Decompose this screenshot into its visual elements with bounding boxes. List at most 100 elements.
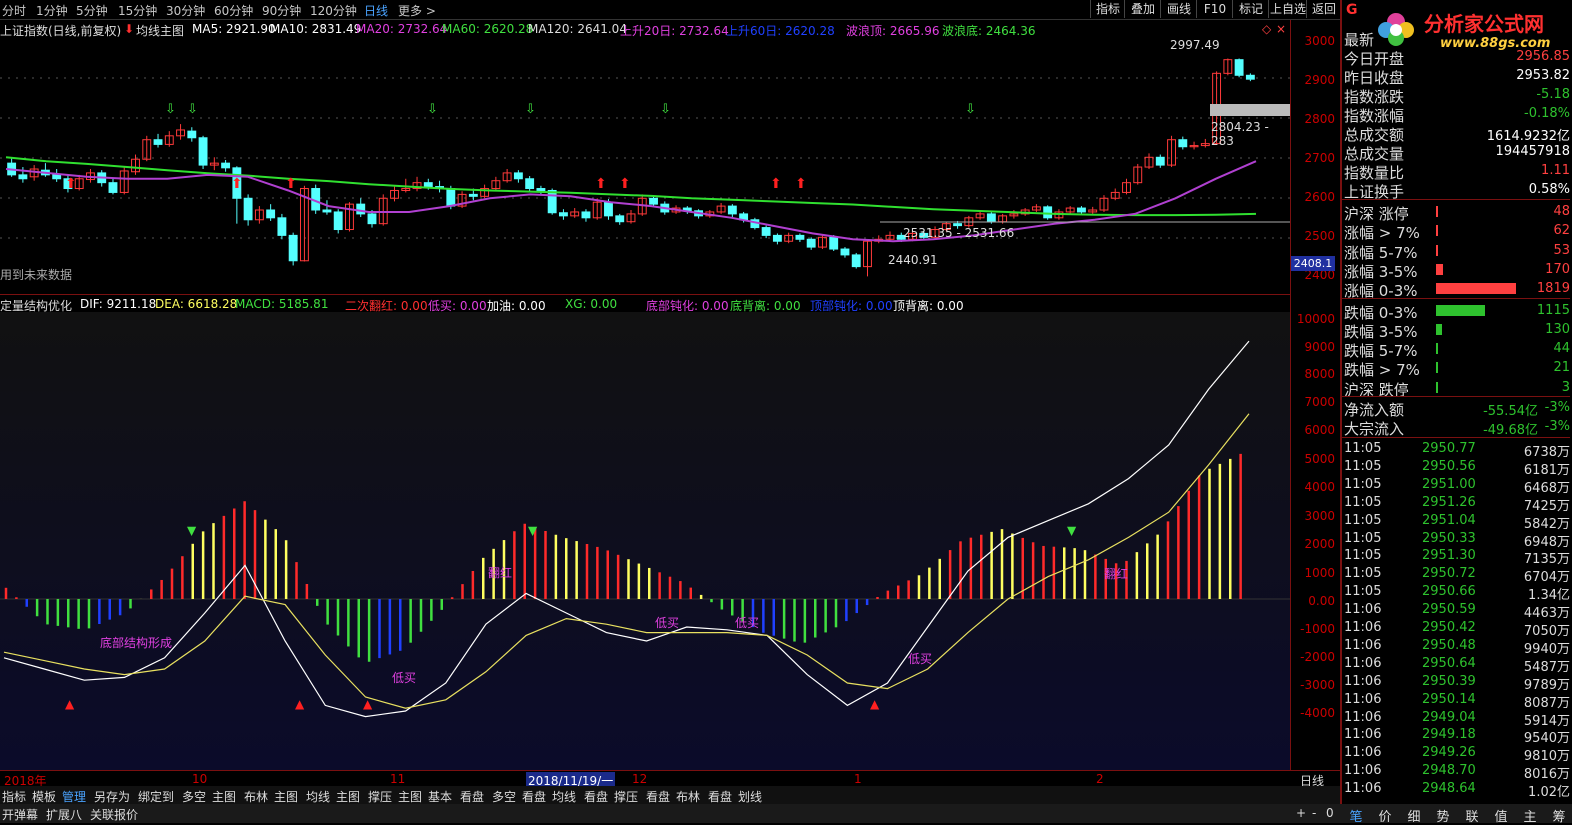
indicator-tab[interactable]: 多空: [492, 788, 516, 805]
diamond-icon[interactable]: ◇: [1262, 22, 1271, 36]
quote-row: 总成交额 1614.9232亿: [1344, 123, 1570, 144]
triangle-up-icon: ▲: [870, 697, 880, 711]
macd-tick: 1000: [1304, 566, 1335, 580]
buy-arrow-icon: ⬆: [595, 176, 607, 192]
indicator-tab[interactable]: 基本: [428, 788, 452, 805]
period-daily[interactable]: 日线: [364, 2, 388, 19]
breadth-row[interactable]: 跌幅 0-3% 1115: [1344, 301, 1570, 322]
reset-button[interactable]: 0: [1326, 806, 1334, 820]
tick-tab[interactable]: 细: [1400, 806, 1428, 825]
indicator-tab[interactable]: 主图: [336, 788, 360, 805]
candle-body: [513, 172, 523, 180]
indicator-tab[interactable]: 模板: [32, 788, 56, 805]
tick-tab[interactable]: 筹: [1545, 806, 1572, 825]
period-1min[interactable]: 1分钟: [36, 2, 68, 19]
tick-price: 2948.70: [1422, 763, 1476, 779]
breadth-row[interactable]: 涨幅 0-3% 1819: [1344, 279, 1570, 300]
indicator-tab[interactable]: 撑压: [368, 788, 392, 805]
buy-arrow-icon: ⬆: [795, 176, 807, 192]
back-button[interactable]: 返回: [1306, 0, 1341, 18]
add-watchlist-button[interactable]: 上自选: [1268, 0, 1307, 18]
indicator-tab[interactable]: 看盘: [460, 788, 484, 805]
indicator-tab[interactable]: 指标: [2, 788, 26, 805]
breadth-row[interactable]: 跌幅 > 7% 21: [1344, 358, 1570, 379]
tick-row: 11:05 2951.00 6468万: [1344, 476, 1570, 496]
kline-chart[interactable]: ⬆ ⬆ ⬆ ⬆ ⬆ ⬆ ⬆ ⇩ ⇩ ⇩ ⇩ ⇩ ⇩ 用到未来数据 2997.49 2804.23 - 2…: [0, 38, 1290, 292]
breadth-row[interactable]: 涨幅 > 7% 62: [1344, 221, 1570, 242]
period-60min[interactable]: 60分钟: [214, 2, 253, 19]
period-15min[interactable]: 15分钟: [118, 2, 157, 19]
indicator-tab[interactable]: 另存为: [94, 788, 130, 805]
tick-row: 11:06 2948.70 8016万: [1344, 762, 1570, 782]
ma10-value: MA10: 2831.49: [270, 22, 362, 36]
price-tick: 2800: [1304, 112, 1335, 126]
indicator-tab[interactable]: 主图: [274, 788, 298, 805]
tick-tab[interactable]: 主: [1516, 806, 1544, 825]
indicator-tab[interactable]: 划线: [738, 788, 762, 805]
sell-arrow-icon: ⇩: [525, 102, 536, 117]
breadth-row[interactable]: 涨幅 3-5% 170: [1344, 260, 1570, 281]
indicator-button[interactable]: 指标: [1090, 0, 1125, 18]
period-fenshi[interactable]: 分时: [2, 2, 26, 19]
tick-time: 11:05: [1344, 566, 1382, 582]
tick-tab[interactable]: 价: [1371, 806, 1399, 825]
overlay-button[interactable]: 叠加: [1124, 0, 1161, 18]
period-more[interactable]: 更多 >: [398, 2, 436, 19]
indicator-tab[interactable]: 看盘: [646, 788, 670, 805]
flow-row: 净流入额 -55.54亿 -3%: [1344, 398, 1570, 419]
candle-body: [198, 137, 208, 166]
mark-button[interactable]: 标记: [1232, 0, 1269, 18]
tick-row: 11:06 2950.48 9940万: [1344, 637, 1570, 657]
zoom-out-button[interactable]: -: [1312, 806, 1316, 820]
indicator-tab[interactable]: 布林: [676, 788, 700, 805]
indicator-tab[interactable]: 撑压: [614, 788, 638, 805]
breadth-row[interactable]: 跌幅 5-7% 44: [1344, 339, 1570, 360]
high-price-label: 2997.49: [1170, 38, 1220, 52]
period-120min[interactable]: 120分钟: [310, 2, 357, 19]
indicator-tab[interactable]: 均线: [306, 788, 330, 805]
g-icon[interactable]: G: [1346, 2, 1358, 18]
close-icon[interactable]: ×: [1276, 22, 1286, 36]
indicator-tab[interactable]: 均线: [552, 788, 576, 805]
tick-tab[interactable]: 笔: [1342, 806, 1370, 825]
indicator-tab[interactable]: 绑定到: [138, 788, 174, 805]
indicator-tab[interactable]: 管理: [62, 788, 86, 805]
candle-body: [1234, 59, 1244, 76]
indicator-tab[interactable]: 主图: [212, 788, 236, 805]
quote-row: 指数涨幅 -0.18%: [1344, 104, 1570, 125]
tick-tab[interactable]: 势: [1429, 806, 1457, 825]
period-90min[interactable]: 90分钟: [262, 2, 301, 19]
indicator-tab[interactable]: 看盘: [584, 788, 608, 805]
tick-tab[interactable]: 值: [1487, 806, 1515, 825]
tick-row: 11:06 2949.04 5914万: [1344, 709, 1570, 729]
f10-button[interactable]: F10: [1196, 0, 1233, 18]
indicator-tab[interactable]: 主图: [398, 788, 422, 805]
breadth-row[interactable]: 跌幅 3-5% 130: [1344, 320, 1570, 341]
draw-line-button[interactable]: 画线: [1160, 0, 1197, 18]
breadth-row[interactable]: 涨幅 5-7% 53: [1344, 241, 1570, 262]
candle-body: [468, 193, 478, 197]
flow-pct: -3%: [1544, 400, 1570, 415]
period-30min[interactable]: 30分钟: [166, 2, 205, 19]
quote-value: -0.18%: [1524, 106, 1570, 121]
breadth-row[interactable]: 沪深 涨停 48: [1344, 202, 1570, 223]
indicator-tab[interactable]: 看盘: [522, 788, 546, 805]
zoom-in-button[interactable]: +: [1296, 806, 1306, 820]
sell-arrow-icon: ⇩: [660, 102, 671, 117]
danmaku-toggle[interactable]: 开弹幕: [2, 806, 38, 823]
tick-tab[interactable]: 联: [1458, 806, 1486, 825]
triangle-up-icon: ▲: [65, 697, 75, 711]
tick-price: 2950.48: [1422, 637, 1476, 653]
arrow-down-icon: ⬇: [124, 22, 135, 36]
indicator-tab[interactable]: 布林: [244, 788, 268, 805]
macd-chart[interactable]: ▲ ▲ ▲ ▲ ▼ ▼ ▼ 底部结构形成 低买 低买 低买 低买 翻红 翻红: [0, 312, 1290, 770]
related-quote-button[interactable]: 关联报价: [90, 806, 138, 823]
indicator-tab[interactable]: 看盘: [708, 788, 732, 805]
indicator-tab[interactable]: 多空: [182, 788, 206, 805]
tick-time: 11:06: [1344, 709, 1382, 725]
candle-body: [761, 227, 771, 236]
breadth-row[interactable]: 沪深 跌停 3: [1344, 378, 1570, 399]
indicator-name[interactable]: 均线主图: [136, 22, 184, 39]
extend-button[interactable]: 扩展八: [46, 806, 82, 823]
period-5min[interactable]: 5分钟: [76, 2, 108, 19]
